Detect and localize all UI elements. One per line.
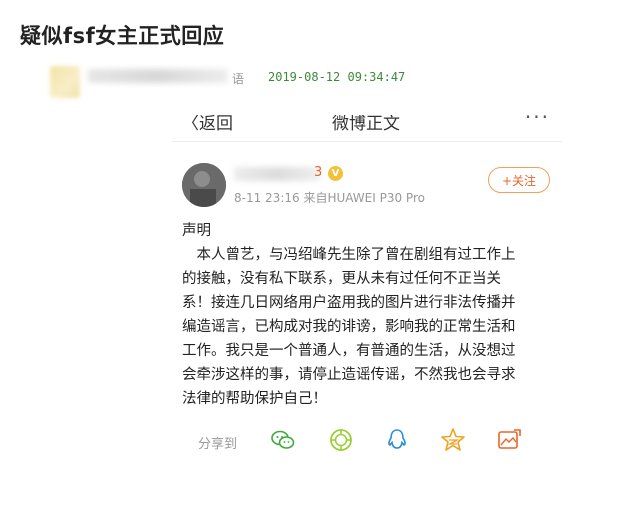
qq-icon[interactable] [384, 427, 410, 453]
statement-line: 的接触，没有私下联系，更从未有过任何不正当关 [182, 271, 501, 287]
author-name-blurred[interactable] [88, 69, 228, 83]
statement-line: 本人曾艺，与冯绍峰先生除了曾在剧组有过工作上 [182, 247, 516, 263]
statement-line: 系！接连几日网络用户盗用我的图片进行非法传播并 [182, 295, 516, 311]
user-name-blurred[interactable] [234, 167, 320, 181]
author-name-tail: 语 [232, 72, 245, 86]
user-avatar[interactable] [182, 163, 226, 207]
back-button[interactable]: 〈返回 [182, 115, 233, 134]
topbar-title: 微博正文 [332, 115, 400, 134]
author-avatar[interactable] [50, 66, 80, 98]
post-meta: 8-11 23:16 来自HUAWEI P30 Pro [234, 191, 425, 205]
share-bar: 分享到 [198, 427, 538, 457]
embedded-screenshot: 〈返回 微博正文 ··· 3 V 8-11 23:16 来自HUAWEI P30… [172, 115, 562, 480]
weibo-topbar: 〈返回 微博正文 ··· [172, 115, 562, 141]
avatar-photo [182, 163, 226, 207]
post-title: 疑似fsf女主正式回应 [20, 24, 225, 48]
statement-line: 编造谣言，已构成对我的诽谤，影响我的正常生活和 [182, 319, 516, 335]
share-label: 分享到 [198, 437, 238, 452]
moments-icon[interactable] [328, 427, 354, 453]
qzone-icon[interactable] [440, 427, 466, 453]
weibo-image-icon[interactable] [496, 427, 522, 453]
statement-line: 工作。我只是一个普通人，有普通的生活，从没想过 [182, 343, 516, 359]
vip-badge-icon: V [328, 166, 343, 181]
post-timestamp: 2019-08-12 09:34:47 [268, 70, 406, 84]
statement-line: 法律的帮助保护自己！ [182, 391, 327, 407]
more-icon[interactable]: ··· [525, 115, 550, 129]
statement-line: 会牵涉这样的事，请停止造谣传谣，不然我也会寻求 [182, 367, 516, 383]
post-author-line: 语 2019-08-12 09:34:47 [50, 64, 410, 104]
divider [172, 141, 562, 142]
follow-button[interactable]: +关注 [488, 167, 550, 193]
statement-body: 声明 本人曾艺，与冯绍峰先生除了曾在剧组有过工作上 的接触，没有私下联系，更从未… [182, 219, 557, 411]
user-name-tail: 3 [314, 165, 323, 180]
wechat-icon[interactable] [270, 427, 296, 453]
statement-paragraph: 本人曾艺，与冯绍峰先生除了曾在剧组有过工作上 的接触，没有私下联系，更从未有过任… [182, 243, 557, 411]
statement-heading: 声明 [182, 223, 211, 239]
